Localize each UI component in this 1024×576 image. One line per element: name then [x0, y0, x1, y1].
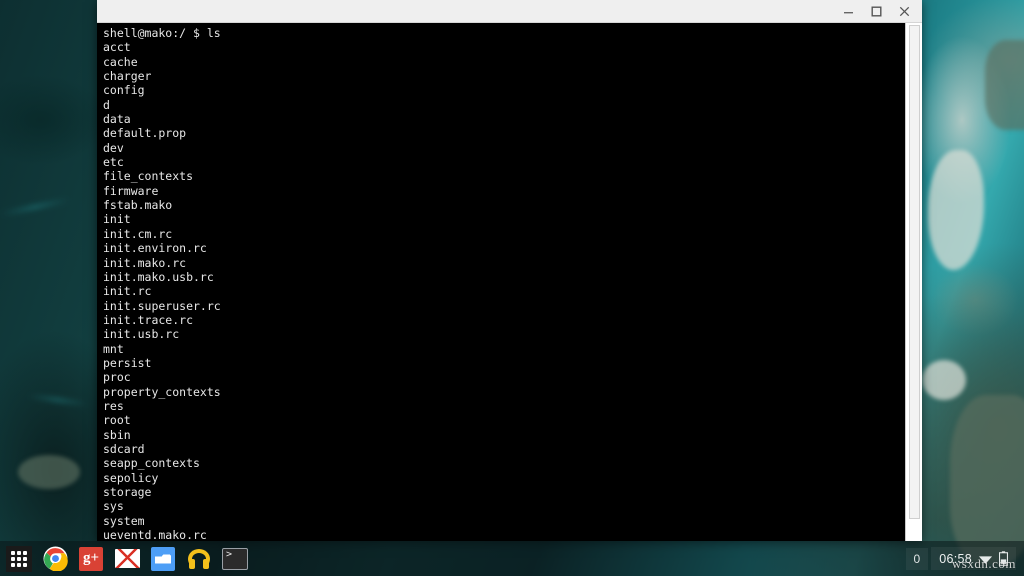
shelf-item-files[interactable] — [150, 546, 176, 572]
shelf-item-google-plus[interactable]: g+ — [78, 546, 104, 572]
terminal-output-line: config — [103, 83, 888, 97]
wallpaper-detail — [922, 360, 966, 400]
scrollbar-thumb[interactable] — [909, 25, 920, 519]
terminal-output-line: seapp_contexts — [103, 456, 888, 470]
terminal-output-line: ueventd.mako.rc — [103, 528, 888, 541]
battery-icon — [999, 551, 1008, 566]
terminal-prompt-line: shell@mako:/ $ ls — [103, 26, 888, 40]
terminal-output-line: charger — [103, 69, 888, 83]
google-plus-icon: g+ — [79, 547, 103, 571]
terminal-body[interactable]: shell@mako:/ $ lsacctcachechargerconfigd… — [97, 23, 922, 541]
terminal-output-line: mnt — [103, 342, 888, 356]
wallpaper-detail — [0, 198, 69, 216]
terminal-scrollbar[interactable] — [905, 23, 922, 541]
terminal-output-line: init.superuser.rc — [103, 299, 888, 313]
headphones-icon — [187, 547, 211, 571]
shelf-item-gmail[interactable] — [114, 546, 140, 572]
chrome-icon — [43, 546, 68, 571]
files-icon — [151, 547, 175, 571]
wallpaper-detail — [18, 455, 80, 489]
wallpaper-detail — [950, 395, 1024, 565]
close-icon — [899, 6, 910, 17]
shelf-item-app-launcher[interactable] — [6, 546, 32, 572]
terminal-output-line: file_contexts — [103, 169, 888, 183]
minimize-button[interactable] — [834, 0, 862, 22]
terminal-output-line: firmware — [103, 184, 888, 198]
clock: 06:58 — [939, 552, 972, 566]
terminal-output-line: sys — [103, 499, 888, 513]
desktop: shell@mako:/ $ lsacctcachechargerconfigd… — [0, 0, 1024, 576]
wifi-icon — [978, 553, 993, 565]
notification-count: 0 — [914, 552, 921, 566]
terminal-output-line: init.rc — [103, 284, 888, 298]
terminal-output-line: root — [103, 413, 888, 427]
terminal-output-line: default.prop — [103, 126, 888, 140]
terminal-output-line: system — [103, 514, 888, 528]
wallpaper-detail — [28, 394, 88, 406]
terminal-output-line: init — [103, 212, 888, 226]
terminal-output-line: sbin — [103, 428, 888, 442]
terminal-output-line: init.trace.rc — [103, 313, 888, 327]
wallpaper-detail — [985, 40, 1024, 130]
terminal-output-line: res — [103, 399, 888, 413]
terminal-icon — [222, 548, 248, 570]
status-tray-button[interactable]: 06:58 — [931, 547, 1016, 570]
terminal-output-line: sepolicy — [103, 471, 888, 485]
terminal-output-line: proc — [103, 370, 888, 384]
terminal-output-line: data — [103, 112, 888, 126]
notification-counter-button[interactable]: 0 — [906, 548, 929, 570]
terminal-output: shell@mako:/ $ lsacctcachechargerconfigd… — [103, 26, 888, 541]
terminal-output-line: property_contexts — [103, 385, 888, 399]
terminal-output-line: init.environ.rc — [103, 241, 888, 255]
terminal-output-line: etc — [103, 155, 888, 169]
terminal-output-line: dev — [103, 141, 888, 155]
shelf-item-play-music[interactable] — [186, 546, 212, 572]
terminal-output-line: fstab.mako — [103, 198, 888, 212]
terminal-output-line: init.cm.rc — [103, 227, 888, 241]
shelf-app-list: g+ — [0, 546, 248, 572]
shelf-item-chrome[interactable] — [42, 546, 68, 572]
app-launcher-icon — [6, 546, 32, 572]
system-tray: 0 06:58 — [906, 547, 1024, 570]
maximize-button[interactable] — [862, 0, 890, 22]
terminal-window[interactable]: shell@mako:/ $ lsacctcachechargerconfigd… — [97, 0, 922, 541]
minimize-icon — [843, 6, 854, 17]
window-titlebar[interactable] — [97, 0, 922, 23]
shelf[interactable]: g+ 0 06:58 — [0, 541, 1024, 576]
terminal-output-line: init.usb.rc — [103, 327, 888, 341]
terminal-output-line: init.mako.usb.rc — [103, 270, 888, 284]
terminal-output-line: acct — [103, 40, 888, 54]
terminal-output-line: sdcard — [103, 442, 888, 456]
terminal-output-line: storage — [103, 485, 888, 499]
shelf-item-terminal[interactable] — [222, 546, 248, 572]
terminal-output-line: cache — [103, 55, 888, 69]
terminal-output-line: d — [103, 98, 888, 112]
gmail-icon — [115, 549, 140, 568]
maximize-icon — [871, 6, 882, 17]
wallpaper-detail — [928, 150, 984, 270]
terminal-output-line: persist — [103, 356, 888, 370]
terminal-output-line: init.mako.rc — [103, 256, 888, 270]
close-button[interactable] — [890, 0, 918, 22]
